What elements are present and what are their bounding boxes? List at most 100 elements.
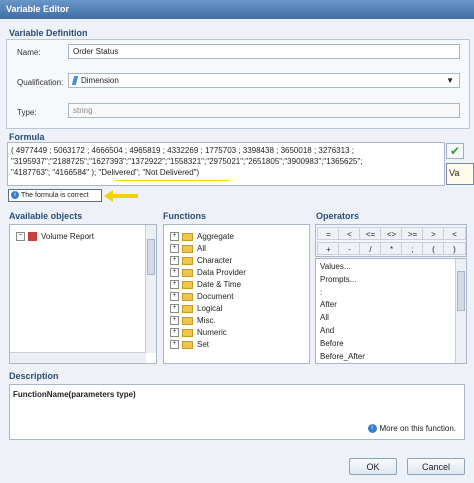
formula-status-text: The formula is correct [21,192,89,199]
function-item-label: Data Provider [197,268,246,277]
operator-button[interactable]: < [443,227,466,240]
formula-title: Formula [9,132,45,142]
scrollbar-thumb[interactable] [147,239,155,275]
function-item[interactable]: + Date & Time [170,280,241,292]
folder-icon [182,340,193,349]
operator-list-item[interactable]: Values... [320,262,351,271]
expand-icon[interactable]: + [170,292,179,302]
dimension-icon [71,76,79,86]
more-info-link-text: More on this function. [379,423,456,433]
description-title: Description [9,371,59,381]
function-item-label: All [197,244,206,253]
validate-tooltip-text: Va [449,168,460,178]
available-objects-tree[interactable]: − Volume Report [9,224,157,364]
description-panel: FunctionName(parameters type) i More on t… [9,384,465,440]
collapse-icon[interactable]: − [16,232,25,242]
formula-line-2: "3195937";"2188725";"1627393";"1372922";… [11,157,363,166]
info-icon: i [367,424,377,433]
operators-scrollbar[interactable] [455,259,466,363]
function-item[interactable]: + Character [170,256,232,268]
validate-check-icon[interactable]: ✔ [446,143,464,159]
operator-button[interactable]: + [317,242,340,255]
type-value: string [73,106,93,115]
operator-button[interactable]: < [338,227,361,240]
function-item[interactable]: + Aggregate [170,232,234,244]
operator-buttons: = < <= <> >= > < + - / * ; ( ) [315,224,467,257]
operator-list-item[interactable]: : [320,288,322,297]
operator-button[interactable]: ; [401,242,424,255]
function-item[interactable]: + Document [170,292,233,304]
qualification-value: Dimension [81,76,119,85]
function-item-label: Misc. [197,316,216,325]
expand-icon[interactable]: + [170,244,179,254]
variable-definition-title: Variable Definition [9,28,88,38]
name-value: Order Status [73,47,119,56]
operator-button[interactable]: - [338,242,361,255]
folder-icon [182,328,193,337]
window-title: Variable Editor [6,4,70,14]
expand-icon[interactable]: + [170,316,179,326]
function-item-label: Character [197,256,233,265]
operator-button[interactable]: ) [443,242,466,255]
operator-button[interactable]: / [359,242,382,255]
function-item-label: Logical [197,304,223,313]
expand-icon[interactable]: + [170,340,179,350]
operator-list-item[interactable]: And [320,326,334,335]
name-label: Name: [17,48,41,57]
available-objects-scrollbar[interactable] [145,225,156,353]
folder-icon [182,244,193,253]
operator-button[interactable]: > [422,227,445,240]
expand-icon[interactable]: + [170,328,179,338]
operator-button[interactable]: <> [380,227,403,240]
operator-list-item[interactable]: Before_After [320,352,365,361]
function-item-label: Set [197,340,210,349]
name-field[interactable]: Order Status [68,44,460,59]
tree-item-label: Volume Report [41,232,94,241]
operator-button[interactable]: >= [401,227,424,240]
folder-icon [182,232,193,241]
operator-button[interactable]: * [380,242,403,255]
function-item[interactable]: + Misc. [170,316,216,328]
folder-icon [182,268,193,277]
function-item-label: Numeric [197,328,227,337]
operator-button[interactable]: <= [359,227,382,240]
folder-icon [182,304,193,313]
formula-line-1: ( 4977449 ; 5063172 ; 4666504 ; 4965819 … [11,146,354,155]
expand-icon[interactable]: + [170,280,179,290]
operator-list-item[interactable]: Prompts... [320,275,356,284]
operator-button[interactable]: = [317,227,340,240]
formula-highlight-underline [115,180,229,181]
operators-title: Operators [316,211,360,221]
more-info-link[interactable]: i More on this function. [367,423,456,433]
function-item-label: Document [197,292,234,301]
function-item[interactable]: + Set [170,340,209,352]
ok-button[interactable]: OK [349,458,397,475]
folder-icon [182,292,193,301]
annotation-arrow-icon [104,190,138,202]
operator-button[interactable]: ( [422,242,445,255]
cancel-button[interactable]: Cancel [407,458,465,475]
formula-line-3: "4187763"; "4166584" ); "Delivered"; "No… [11,168,200,177]
scrollbar-thumb[interactable] [457,271,465,311]
tree-item[interactable]: − Volume Report [16,232,94,244]
operator-list-item[interactable]: Before [320,339,344,348]
report-icon [28,232,37,242]
function-item[interactable]: + Numeric [170,328,227,340]
operator-list-item[interactable]: All [320,313,329,322]
functions-title: Functions [163,211,206,221]
qualification-select[interactable]: Dimension ▼ [68,73,460,88]
operators-list[interactable]: Values... Prompts... : After All And Bef… [315,258,467,364]
function-item[interactable]: + Logical [170,304,222,316]
expand-icon[interactable]: + [170,304,179,314]
functions-tree[interactable]: + Aggregate + All + Character + Data Provide… [163,224,310,364]
function-item-label: Date & Time [197,280,242,289]
available-objects-hscrollbar[interactable] [10,352,146,363]
operator-list-item[interactable]: After [320,300,337,309]
type-field: string [68,103,460,118]
function-item[interactable]: + Data Provider [170,268,246,280]
expand-icon[interactable]: + [170,232,179,242]
window-title-bar: Variable Editor [0,0,474,19]
expand-icon[interactable]: + [170,256,179,266]
expand-icon[interactable]: + [170,268,179,278]
function-item[interactable]: + All [170,244,206,256]
